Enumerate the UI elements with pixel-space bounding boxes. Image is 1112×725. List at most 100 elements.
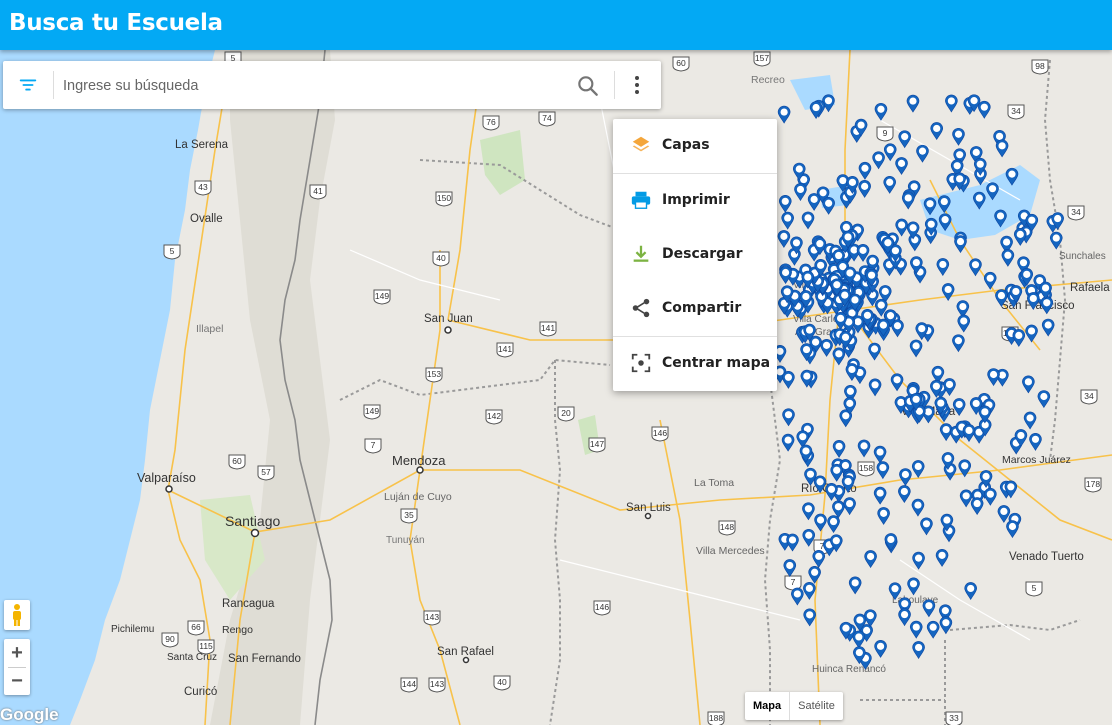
school-marker[interactable] xyxy=(814,513,827,532)
school-marker[interactable] xyxy=(978,100,991,119)
school-marker[interactable] xyxy=(912,551,925,570)
school-marker[interactable] xyxy=(899,468,912,487)
school-marker[interactable] xyxy=(1049,231,1063,250)
school-marker[interactable] xyxy=(873,486,887,505)
school-marker[interactable] xyxy=(926,620,940,639)
school-marker[interactable] xyxy=(943,378,956,397)
school-marker[interactable] xyxy=(843,497,856,516)
school-marker[interactable] xyxy=(1041,318,1055,337)
school-marker[interactable] xyxy=(935,549,949,567)
school-marker[interactable] xyxy=(895,218,908,237)
school-marker[interactable] xyxy=(898,130,911,149)
school-marker[interactable] xyxy=(938,213,952,232)
school-marker[interactable] xyxy=(832,440,846,458)
school-marker[interactable] xyxy=(786,533,799,552)
school-marker[interactable] xyxy=(1029,432,1042,451)
more-options-button[interactable] xyxy=(625,73,649,97)
filter-button[interactable] xyxy=(3,61,53,109)
school-marker[interactable] xyxy=(970,497,984,516)
menu-item-capas[interactable]: Capas xyxy=(613,125,777,165)
school-marker[interactable] xyxy=(777,105,791,124)
school-marker[interactable] xyxy=(888,582,902,601)
school-marker[interactable] xyxy=(1005,167,1019,186)
school-marker[interactable] xyxy=(868,342,881,361)
school-marker[interactable] xyxy=(939,616,953,635)
school-marker[interactable] xyxy=(945,94,958,113)
menu-item-compartir[interactable]: Compartir xyxy=(613,288,777,328)
school-marker[interactable] xyxy=(1013,228,1027,246)
school-marker[interactable] xyxy=(941,283,955,302)
search-button[interactable] xyxy=(575,73,601,99)
school-marker[interactable] xyxy=(952,127,965,146)
school-marker[interactable] xyxy=(782,371,795,389)
school-marker[interactable] xyxy=(958,459,972,478)
school-marker[interactable] xyxy=(781,211,794,230)
school-marker[interactable] xyxy=(1006,520,1019,539)
school-marker[interactable] xyxy=(777,230,791,248)
school-marker[interactable] xyxy=(802,528,816,547)
school-marker[interactable] xyxy=(830,463,844,482)
school-marker[interactable] xyxy=(920,517,933,536)
school-marker[interactable] xyxy=(884,533,898,552)
school-marker[interactable] xyxy=(794,183,807,202)
school-marker[interactable] xyxy=(803,582,816,600)
school-marker[interactable] xyxy=(997,504,1011,523)
school-marker[interactable] xyxy=(781,433,795,452)
search-input[interactable] xyxy=(61,73,565,99)
map-type-satellite-button[interactable]: Satélite xyxy=(790,692,843,720)
school-marker[interactable] xyxy=(895,157,908,175)
school-marker[interactable] xyxy=(883,175,896,194)
menu-item-centrar-mapa[interactable]: Centrar mapa xyxy=(613,343,777,383)
school-marker[interactable] xyxy=(937,195,951,214)
school-marker[interactable] xyxy=(983,271,997,290)
school-marker[interactable] xyxy=(822,196,835,215)
school-marker[interactable] xyxy=(808,565,821,584)
school-marker[interactable] xyxy=(874,102,888,121)
street-view-pegman[interactable] xyxy=(4,600,30,630)
school-marker[interactable] xyxy=(782,408,795,427)
school-marker[interactable] xyxy=(959,489,973,508)
school-marker[interactable] xyxy=(906,94,920,113)
school-marker[interactable] xyxy=(1001,248,1015,267)
school-marker[interactable] xyxy=(964,582,977,601)
school-marker[interactable] xyxy=(876,461,890,480)
school-marker[interactable] xyxy=(901,191,915,210)
school-marker[interactable] xyxy=(930,122,944,141)
school-marker[interactable] xyxy=(916,144,929,163)
school-marker[interactable] xyxy=(820,339,833,357)
school-marker[interactable] xyxy=(848,576,862,595)
school-marker[interactable] xyxy=(1012,329,1026,347)
school-marker[interactable] xyxy=(911,460,925,478)
school-marker[interactable] xyxy=(995,289,1008,308)
school-marker[interactable] xyxy=(778,195,792,213)
school-marker[interactable] xyxy=(1022,375,1035,394)
menu-item-descargar[interactable]: Descargar xyxy=(613,234,777,274)
school-marker[interactable] xyxy=(877,507,890,525)
school-marker[interactable] xyxy=(923,197,937,216)
school-marker[interactable] xyxy=(969,258,982,277)
menu-item-imprimir[interactable]: Imprimir xyxy=(613,180,777,220)
school-marker[interactable] xyxy=(832,347,846,366)
school-marker[interactable] xyxy=(791,587,804,606)
school-marker[interactable] xyxy=(809,101,823,120)
school-marker[interactable] xyxy=(801,211,815,230)
school-marker[interactable] xyxy=(832,500,845,519)
school-marker[interactable] xyxy=(911,498,925,517)
school-marker[interactable] xyxy=(1023,411,1037,430)
school-marker[interactable] xyxy=(994,209,1007,228)
school-marker[interactable] xyxy=(813,475,827,494)
school-marker[interactable] xyxy=(952,334,965,353)
school-marker[interactable] xyxy=(873,445,887,464)
school-marker[interactable] xyxy=(890,373,904,392)
school-marker[interactable] xyxy=(783,559,797,578)
school-marker[interactable] xyxy=(909,339,923,358)
school-marker[interactable] xyxy=(1027,292,1040,311)
school-marker[interactable] xyxy=(827,515,840,534)
school-marker[interactable] xyxy=(909,620,923,639)
school-marker[interactable] xyxy=(874,640,887,658)
school-marker[interactable] xyxy=(857,439,871,458)
school-marker[interactable] xyxy=(922,599,936,618)
school-marker[interactable] xyxy=(1037,390,1051,409)
school-marker[interactable] xyxy=(995,139,1009,158)
school-marker[interactable] xyxy=(898,485,911,504)
